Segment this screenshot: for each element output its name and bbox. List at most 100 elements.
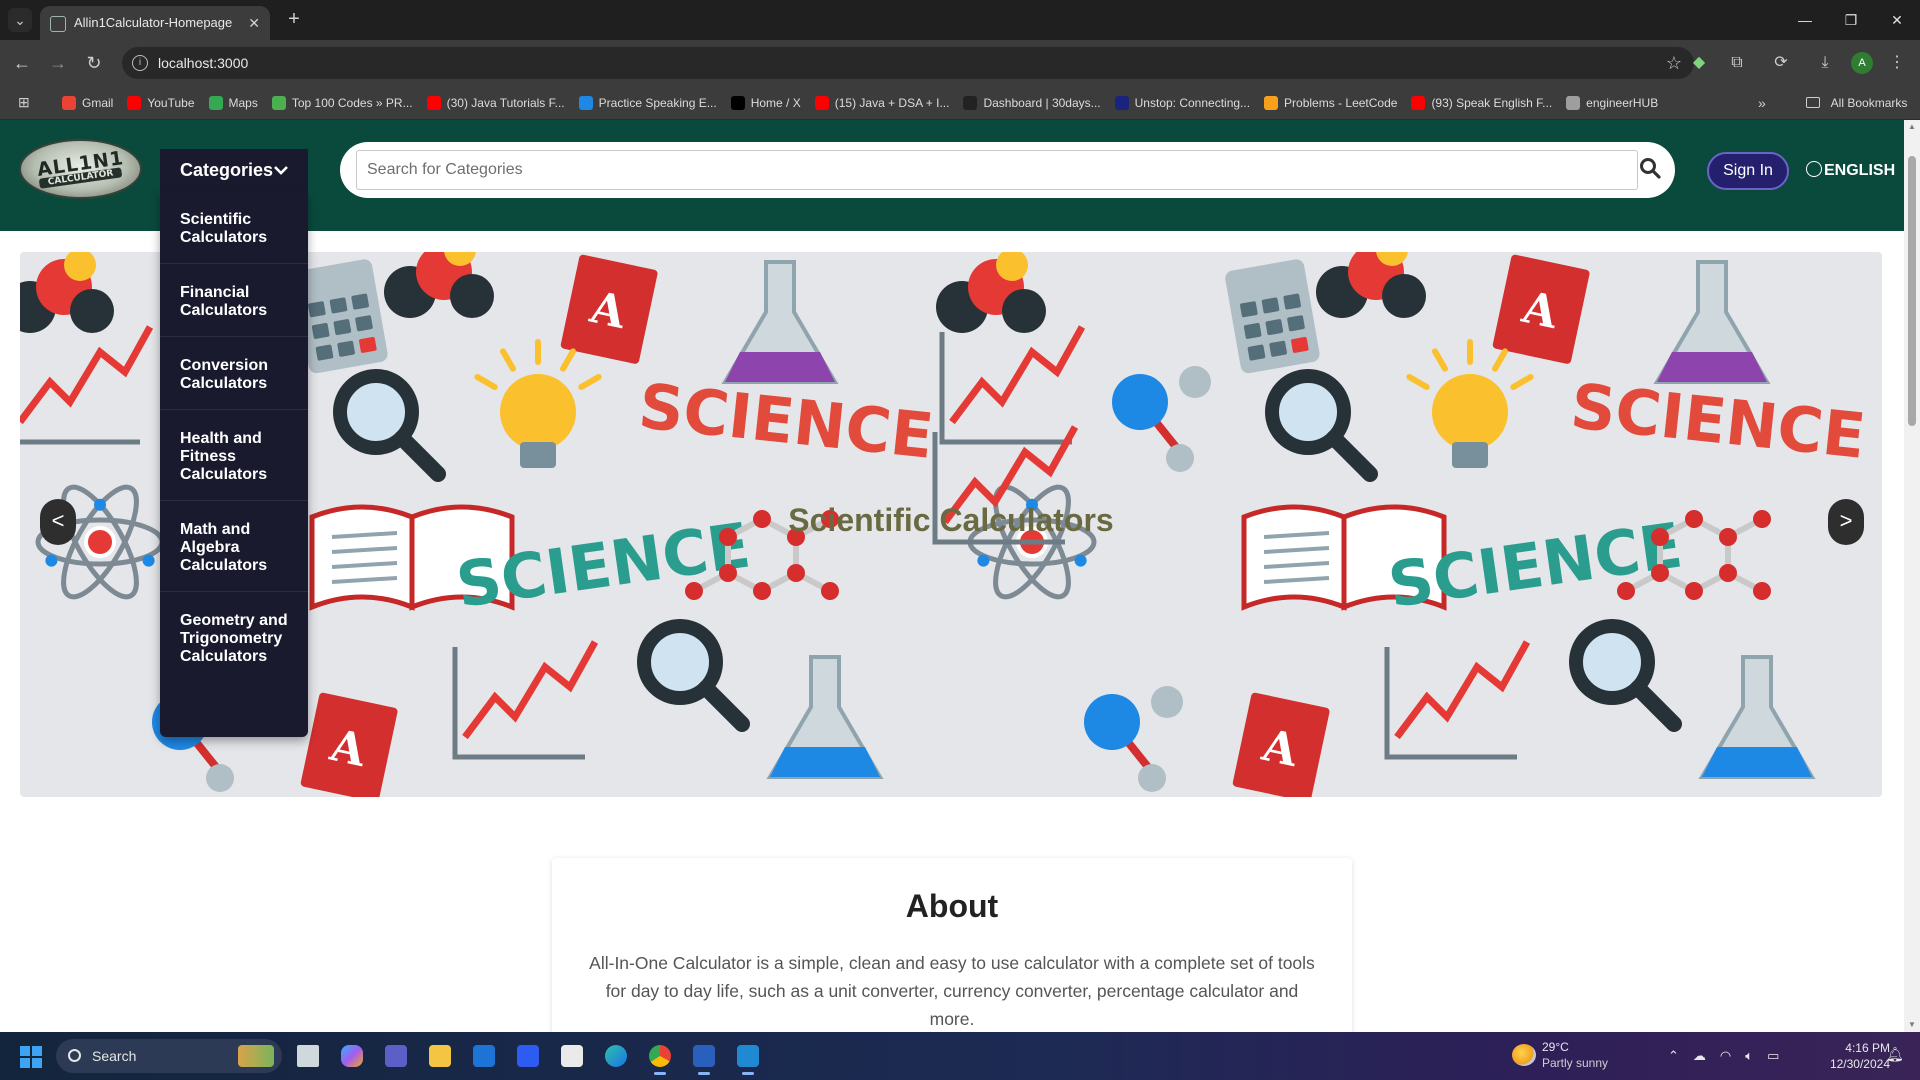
molecule-balls-graphic [936, 252, 1046, 333]
red-book-graphic: A [560, 254, 658, 364]
battery-icon[interactable]: ▭ [1767, 1048, 1779, 1064]
outlook-icon[interactable] [462, 1036, 506, 1076]
copilot-icon[interactable] [330, 1036, 374, 1076]
taskbar-clock[interactable]: 4:16 PM 12/30/2024 [1810, 1040, 1890, 1072]
browser-menu-icon[interactable]: ⋮ [1886, 52, 1908, 74]
bookmark-item[interactable]: Problems - LeetCode [1264, 96, 1397, 110]
bookmark-label: Unstop: Connecting... [1134, 96, 1251, 110]
tab-close-icon[interactable]: ✕ [248, 6, 260, 40]
scroll-down-icon[interactable]: ▼ [1904, 1018, 1920, 1032]
magnifier-graphic [637, 619, 750, 732]
bookmark-item[interactable]: Top 100 Codes » PR... [271, 96, 413, 110]
sign-in-button[interactable]: Sign In [1707, 152, 1789, 190]
windows-start-icon[interactable] [20, 1046, 42, 1068]
bookmark-item[interactable]: Home / X [730, 96, 801, 110]
bookmark-label: YouTube [147, 96, 195, 110]
bookmark-item[interactable]: Practice Speaking E... [578, 96, 717, 110]
back-icon[interactable]: ← [8, 49, 36, 77]
category-menu-item[interactable]: Conversion Calculators [160, 337, 308, 410]
about-title: About [905, 888, 999, 924]
categories-button[interactable]: Categories [160, 149, 308, 191]
search-icon[interactable] [1639, 157, 1661, 179]
vscode-icon[interactable] [726, 1036, 770, 1076]
minimize-icon[interactable]: — [1782, 0, 1828, 40]
extensions-puzzle-icon[interactable]: ⧉ [1726, 52, 1748, 74]
download-icon[interactable]: ⤓ [1814, 52, 1836, 74]
bookmark-item[interactable]: (30) Java Tutorials F... [426, 96, 565, 110]
scroll-up-icon[interactable]: ▲ [1904, 120, 1920, 134]
page-scrollbar[interactable]: ▲ ▼ [1904, 120, 1920, 1032]
site-logo[interactable]: ALL1N1 CALCULATOR [19, 139, 142, 199]
bookmark-item[interactable]: Maps [208, 96, 258, 110]
language-label: ENGLISH [1824, 162, 1896, 179]
scrollbar-thumb[interactable] [1908, 156, 1916, 426]
word-icon[interactable] [682, 1036, 726, 1076]
line-chart-graphic [20, 325, 154, 445]
carousel-next-button[interactable]: > [1828, 499, 1864, 545]
apps-grid-icon[interactable]: ⊞ [18, 94, 34, 110]
site-info-icon[interactable]: i [132, 55, 148, 71]
about-text: All-In-One Calculator is a simple, clean… [589, 953, 1315, 1029]
folder-icon [1806, 97, 1820, 108]
language-selector[interactable]: ENGLISH [1806, 152, 1895, 190]
molecule-balls-graphic [384, 252, 494, 318]
taskbar-search[interactable]: Search [56, 1039, 282, 1073]
category-menu-item[interactable]: Financial Calculators [160, 264, 308, 337]
bookmark-item[interactable]: Gmail [62, 96, 113, 110]
onedrive-icon[interactable]: ☁ [1693, 1048, 1706, 1064]
extension-icon[interactable]: ◆ [1688, 52, 1710, 74]
taskbar-search-icon [68, 1049, 81, 1062]
search-input[interactable] [356, 150, 1638, 190]
bookmark-favicon-icon [127, 96, 142, 110]
bookmark-favicon-icon [208, 96, 223, 110]
category-menu-item[interactable]: Math and Algebra Calculators [160, 501, 308, 592]
notification-bell-icon[interactable]: 🔔︎ [1886, 1046, 1904, 1064]
bookmark-label: Top 100 Codes » PR... [291, 96, 413, 110]
url-text[interactable]: localhost:3000 [158, 47, 248, 79]
window-close-icon[interactable]: ✕ [1874, 0, 1920, 40]
bookmark-star-icon[interactable]: ☆ [1666, 47, 1682, 79]
category-menu-item[interactable]: Geometry and Trigonometry Calculators [160, 592, 308, 682]
volume-icon[interactable]: 🔈︎ [1745, 1048, 1753, 1064]
chevron-down-icon [274, 149, 288, 191]
bookmark-favicon-icon [1566, 96, 1581, 110]
tab-search-icon[interactable]: ⌄ [8, 8, 32, 32]
show-hidden-icons-icon[interactable]: ⌃ [1668, 1048, 1679, 1064]
power-automate-icon[interactable] [506, 1036, 550, 1076]
carousel-prev-button[interactable]: < [40, 499, 76, 545]
reload-icon[interactable]: ↻ [80, 49, 108, 77]
bookmark-item[interactable]: Unstop: Connecting... [1114, 96, 1251, 110]
profile-avatar[interactable]: A [1851, 52, 1873, 74]
svg-text:SCIENCE: SCIENCE [635, 369, 936, 472]
partly-sunny-icon [1512, 1044, 1536, 1066]
task-view-icon[interactable] [286, 1036, 330, 1076]
all-bookmarks-button[interactable]: All Bookmarks [1806, 86, 1907, 120]
bookmark-item[interactable]: (93) Speak English F... [1411, 96, 1552, 110]
lightbulb-graphic [1406, 339, 1534, 468]
file-explorer-icon[interactable] [418, 1036, 462, 1076]
forward-icon[interactable]: → [44, 49, 72, 77]
teams-icon[interactable] [374, 1036, 418, 1076]
wifi-icon[interactable]: ◠ [1720, 1048, 1731, 1064]
address-bar[interactable]: i localhost:3000 ☆ [122, 47, 1694, 79]
category-menu-item[interactable]: Scientific Calculators [160, 191, 308, 264]
chrome-icon[interactable] [638, 1036, 682, 1076]
bookmark-item[interactable]: Dashboard | 30days... [963, 96, 1101, 110]
reading-mode-icon[interactable]: ⟳ [1770, 52, 1792, 74]
more-bookmarks-icon[interactable]: » [1758, 86, 1766, 120]
store-icon[interactable] [550, 1036, 594, 1076]
edge-icon[interactable] [594, 1036, 638, 1076]
red-book-graphic: A [1232, 692, 1330, 797]
restore-icon[interactable]: ❐ [1828, 0, 1874, 40]
bookmark-favicon-icon [730, 96, 745, 110]
bookmark-favicon-icon [426, 96, 441, 110]
new-tab-icon[interactable]: + [282, 8, 306, 32]
bookmark-item[interactable]: YouTube [127, 96, 195, 110]
browser-tab[interactable]: Allin1Calculator-Homepage ✕ [40, 6, 270, 40]
flask-graphic [766, 655, 884, 779]
flask-graphic [1653, 260, 1771, 384]
bookmark-item[interactable]: (15) Java + DSA + I... [814, 96, 949, 110]
flask-graphic [721, 260, 839, 384]
bookmark-item[interactable]: engineerHUB [1566, 96, 1658, 110]
category-menu-item[interactable]: Health and Fitness Calculators [160, 410, 308, 501]
